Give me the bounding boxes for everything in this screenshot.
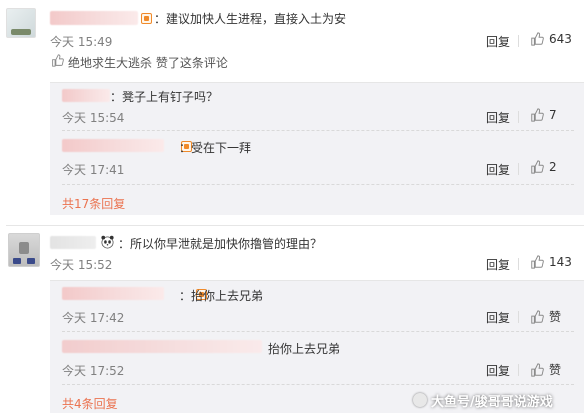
reply-time: 今天 17:52 xyxy=(62,364,125,378)
divider xyxy=(518,364,519,376)
comment-avatar[interactable] xyxy=(6,8,36,38)
like-button[interactable]: 赞 xyxy=(530,361,561,378)
reply-button[interactable]: 回复 xyxy=(486,161,510,178)
divider xyxy=(518,111,519,123)
like-label: 赞 xyxy=(549,310,562,324)
thumbs-up-icon xyxy=(531,309,544,324)
comment-divider xyxy=(6,225,584,226)
thumbs-up-icon xyxy=(531,255,544,269)
reply-text: 抬你上去兄弟 xyxy=(268,342,341,356)
reply-divider xyxy=(62,331,574,332)
thumbs-up-icon xyxy=(531,32,544,46)
like-count: 643 xyxy=(549,32,572,46)
like-button[interactable]: 7 xyxy=(530,108,557,122)
comment-time: 今天 15:49 xyxy=(50,35,113,49)
reply-text: ：凳子上有钉子吗？ xyxy=(110,90,219,104)
like-button[interactable]: 643 xyxy=(530,32,572,46)
reply-text: ：抬你上去兄弟 xyxy=(179,289,264,303)
watermark-logo-icon xyxy=(413,393,427,407)
like-label: 赞 xyxy=(549,363,562,377)
more-replies-link[interactable]: 共17条回复 xyxy=(62,195,125,212)
like-count: 2 xyxy=(549,160,557,174)
comment-text: ：所以你早泄就是加快你撸管的理由？ xyxy=(118,237,323,251)
thumbs-up-icon xyxy=(531,108,544,122)
like-button[interactable]: 赞 xyxy=(530,308,561,325)
comment-time: 今天 15:52 xyxy=(50,258,113,272)
reply-button[interactable]: 回复 xyxy=(486,362,510,379)
reply-button[interactable]: 回复 xyxy=(486,256,510,273)
like-button[interactable]: 143 xyxy=(530,255,572,269)
like-count: 7 xyxy=(549,108,557,122)
reply-author-name[interactable] xyxy=(62,89,110,102)
reply-author-name[interactable] xyxy=(62,139,164,152)
divider xyxy=(518,35,519,47)
comment-avatar[interactable] xyxy=(8,233,40,267)
thumbs-up-icon xyxy=(531,362,544,377)
reply-text: ：受在下一拜 xyxy=(179,141,252,155)
thumbs-up-outline-icon xyxy=(52,54,64,67)
reply-button[interactable]: 回复 xyxy=(486,109,510,126)
reply-divider xyxy=(62,184,574,185)
divider xyxy=(518,163,519,175)
reply-divider xyxy=(62,130,574,131)
reply-time: 今天 15:54 xyxy=(62,111,125,125)
commenter-name[interactable] xyxy=(50,236,96,249)
reply-button[interactable]: 回复 xyxy=(486,33,510,50)
comment-text: ：建议加快人生进程，直接入土为安 xyxy=(154,12,347,26)
liked-by-text: 绝地求生大逃杀 赞了这条评论 xyxy=(68,56,228,70)
reply-author-name[interactable] xyxy=(62,287,164,300)
more-replies-link[interactable]: 共4条回复 xyxy=(62,395,118,412)
panda-emoji-icon xyxy=(101,235,114,249)
divider xyxy=(518,311,519,323)
commenter-name[interactable] xyxy=(50,11,138,25)
vip-badge-icon xyxy=(141,13,152,24)
like-count: 143 xyxy=(549,255,572,269)
divider xyxy=(518,258,519,270)
reply-author-name[interactable] xyxy=(62,340,262,353)
reply-divider xyxy=(62,384,574,385)
watermark: 大鱼号/骏哥哥说游戏 xyxy=(431,395,553,410)
reply-time: 今天 17:42 xyxy=(62,311,125,325)
reply-time: 今天 17:41 xyxy=(62,163,125,177)
reply-button[interactable]: 回复 xyxy=(486,309,510,326)
thumbs-up-icon xyxy=(531,160,544,174)
like-button[interactable]: 2 xyxy=(530,160,557,174)
